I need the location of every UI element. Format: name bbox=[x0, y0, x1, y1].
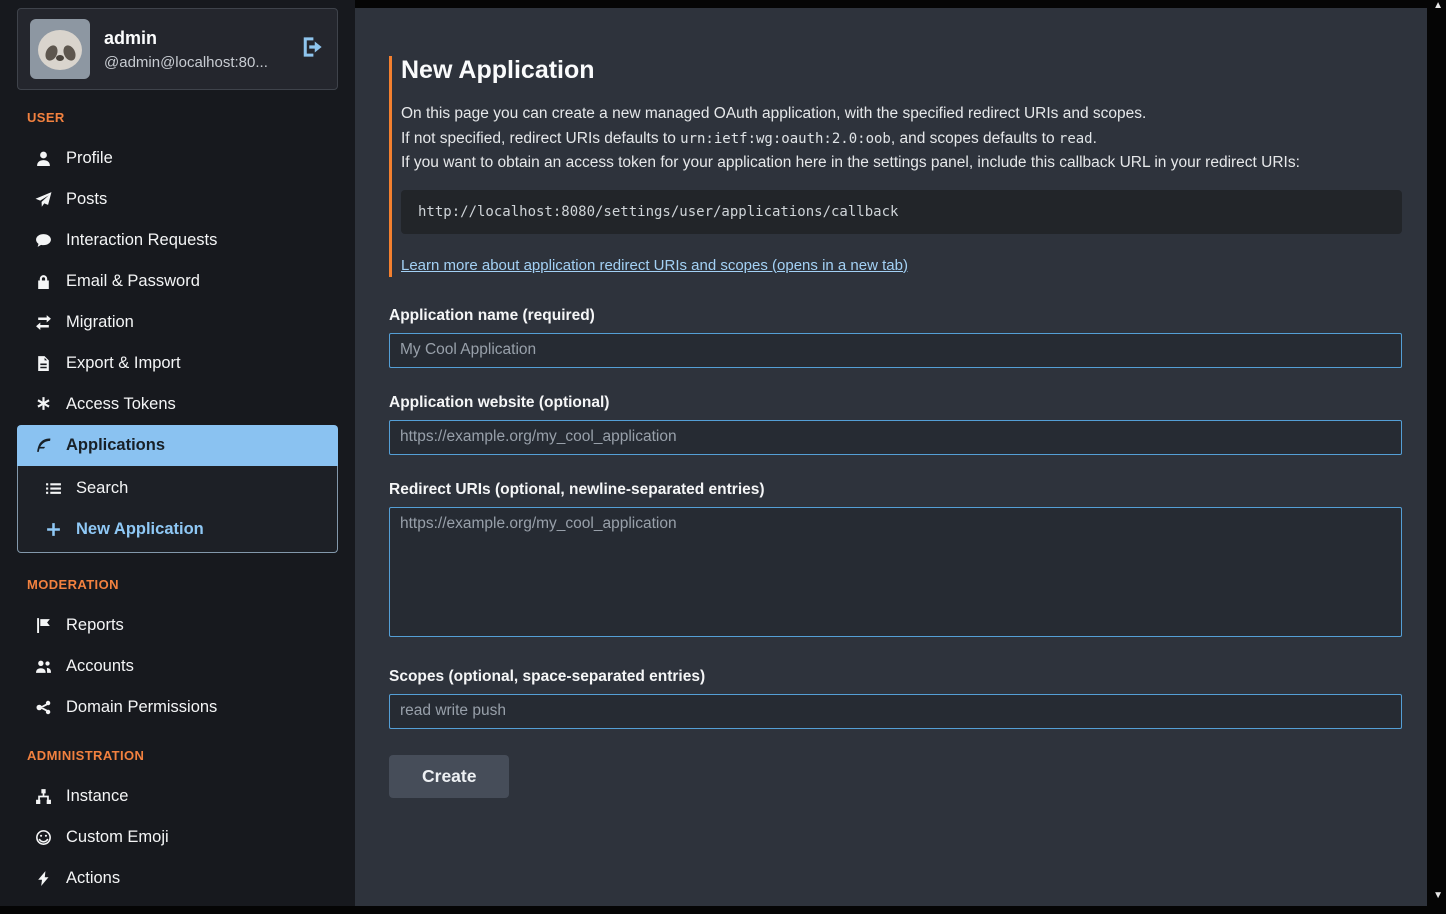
sign-out-icon[interactable] bbox=[301, 36, 325, 63]
sidebar-item-domain-permissions[interactable]: Domain Permissions bbox=[17, 687, 338, 728]
feather-icon bbox=[33, 437, 53, 454]
new-application-form: Application name (required) Application … bbox=[389, 307, 1402, 798]
redirect-uris-textarea[interactable] bbox=[389, 507, 1402, 637]
sidebar-item-migration[interactable]: Migration bbox=[17, 302, 338, 343]
sidebar-item-label: Migration bbox=[66, 313, 134, 332]
main-panel: New Application On this page you can cre… bbox=[355, 8, 1427, 906]
sidebar-item-label: Applications bbox=[66, 436, 165, 455]
sitemap-icon bbox=[33, 788, 53, 805]
sidebar-item-label: Accounts bbox=[66, 657, 134, 676]
user-name: admin bbox=[104, 28, 287, 49]
moderation-nav: Reports Accounts Domain Permissions bbox=[17, 605, 338, 728]
plus-icon bbox=[43, 521, 63, 538]
sidebar-item-new-application[interactable]: New Application bbox=[18, 509, 337, 550]
scroll-up-arrow-icon[interactable]: ▲ bbox=[1433, 0, 1443, 11]
inline-code-oob: urn:ietf:wg:oauth:2.0:oob bbox=[680, 131, 891, 147]
sidebar-item-instance[interactable]: Instance bbox=[17, 776, 338, 817]
scopes-field: Scopes (optional, space-separated entrie… bbox=[389, 668, 1402, 729]
application-name-field: Application name (required) bbox=[389, 307, 1402, 368]
flag-icon bbox=[33, 617, 53, 634]
redirect-uris-field: Redirect URIs (optional, newline-separat… bbox=[389, 481, 1402, 642]
intro-line-2: If not specified, redirect URIs defaults… bbox=[401, 127, 1402, 152]
list-icon bbox=[43, 480, 63, 497]
application-website-field: Application website (optional) bbox=[389, 394, 1402, 455]
network-icon bbox=[33, 699, 53, 716]
sidebar-item-label: Access Tokens bbox=[66, 395, 176, 414]
sidebar-item-label: Custom Emoji bbox=[66, 828, 169, 847]
sidebar-item-label: Email & Password bbox=[66, 272, 200, 291]
sidebar-item-accounts[interactable]: Accounts bbox=[17, 646, 338, 687]
sidebar-item-interaction-requests[interactable]: Interaction Requests bbox=[17, 220, 338, 261]
application-website-input[interactable] bbox=[389, 420, 1402, 455]
sidebar-item-label: Profile bbox=[66, 149, 113, 168]
section-label-administration: ADMINISTRATION bbox=[17, 728, 338, 776]
intro-text: . bbox=[1093, 130, 1097, 147]
callback-url-codeblock: http://localhost:8080/settings/user/appl… bbox=[401, 190, 1402, 234]
sidebar-item-access-tokens[interactable]: Access Tokens bbox=[17, 384, 338, 425]
window-bottom-edge bbox=[0, 906, 1446, 914]
create-button[interactable]: Create bbox=[389, 755, 509, 798]
sidebar-item-profile[interactable]: Profile bbox=[17, 138, 338, 179]
user-icon bbox=[33, 150, 53, 167]
bolt-icon bbox=[33, 870, 53, 887]
sidebar-item-label: Domain Permissions bbox=[66, 698, 217, 717]
section-label-user: USER bbox=[17, 90, 338, 138]
scopes-input[interactable] bbox=[389, 694, 1402, 729]
scroll-down-arrow-icon[interactable]: ▼ bbox=[1433, 890, 1443, 901]
user-card: admin @admin@localhost:80... bbox=[17, 8, 338, 90]
user-handle: @admin@localhost:80... bbox=[104, 54, 287, 71]
intro-line-1: On this page you can create a new manage… bbox=[401, 102, 1402, 127]
intro-line-3: If you want to obtain an access token fo… bbox=[401, 151, 1402, 176]
learn-more-link[interactable]: Learn more about application redirect UR… bbox=[401, 257, 908, 274]
transfer-arrows-icon bbox=[33, 314, 53, 331]
sidebar-item-search[interactable]: Search bbox=[18, 468, 337, 509]
callback-url: http://localhost:8080/settings/user/appl… bbox=[418, 204, 898, 220]
sidebar-item-label: New Application bbox=[76, 520, 204, 539]
scopes-label: Scopes (optional, space-separated entrie… bbox=[389, 668, 1402, 686]
sidebar-item-label: Actions bbox=[66, 869, 120, 888]
sidebar-item-custom-emoji[interactable]: Custom Emoji bbox=[17, 817, 338, 858]
users-icon bbox=[33, 658, 53, 675]
redirect-uris-label: Redirect URIs (optional, newline-separat… bbox=[389, 481, 1402, 499]
intro-text: , and scopes defaults to bbox=[891, 130, 1059, 147]
avatar-detail bbox=[56, 55, 64, 61]
administration-nav: Instance Custom Emoji Actions bbox=[17, 776, 338, 899]
application-website-label: Application website (optional) bbox=[389, 394, 1402, 412]
sidebar-item-label: Reports bbox=[66, 616, 124, 635]
sidebar-item-email-password[interactable]: Email & Password bbox=[17, 261, 338, 302]
asterisk-icon bbox=[33, 396, 53, 413]
sidebar-item-actions[interactable]: Actions bbox=[17, 858, 338, 899]
sidebar-item-posts[interactable]: Posts bbox=[17, 179, 338, 220]
paper-plane-icon bbox=[33, 191, 53, 208]
smiley-icon bbox=[33, 829, 53, 846]
sidebar-item-label: Export & Import bbox=[66, 354, 181, 373]
sidebar-item-label: Posts bbox=[66, 190, 107, 209]
intro-section: New Application On this page you can cre… bbox=[389, 56, 1402, 277]
sidebar-item-export-import[interactable]: Export & Import bbox=[17, 343, 338, 384]
page-title: New Application bbox=[401, 56, 1402, 85]
sidebar: admin @admin@localhost:80... USER Profil… bbox=[0, 0, 355, 906]
file-export-icon bbox=[33, 355, 53, 372]
sidebar-item-label: Search bbox=[76, 479, 128, 498]
intro-text: If not specified, redirect URIs defaults… bbox=[401, 130, 680, 147]
applications-submenu: Search New Application bbox=[17, 466, 338, 553]
section-label-moderation: MODERATION bbox=[17, 557, 338, 605]
comment-icon bbox=[33, 232, 53, 249]
lock-icon bbox=[33, 273, 53, 290]
user-info: admin @admin@localhost:80... bbox=[104, 28, 287, 71]
application-name-label: Application name (required) bbox=[389, 307, 1402, 325]
sidebar-item-applications[interactable]: Applications bbox=[17, 425, 338, 466]
sidebar-item-reports[interactable]: Reports bbox=[17, 605, 338, 646]
user-nav: Profile Posts Interaction Requests Email… bbox=[17, 138, 338, 553]
inline-code-read: read bbox=[1059, 131, 1093, 147]
avatar[interactable] bbox=[30, 19, 90, 79]
sidebar-item-label: Interaction Requests bbox=[66, 231, 217, 250]
sidebar-item-label: Instance bbox=[66, 787, 128, 806]
avatar-face bbox=[38, 30, 82, 70]
app-window: admin @admin@localhost:80... USER Profil… bbox=[0, 0, 1446, 914]
scrollbar-track[interactable]: ▲ ▼ bbox=[1427, 0, 1446, 914]
application-name-input[interactable] bbox=[389, 333, 1402, 368]
